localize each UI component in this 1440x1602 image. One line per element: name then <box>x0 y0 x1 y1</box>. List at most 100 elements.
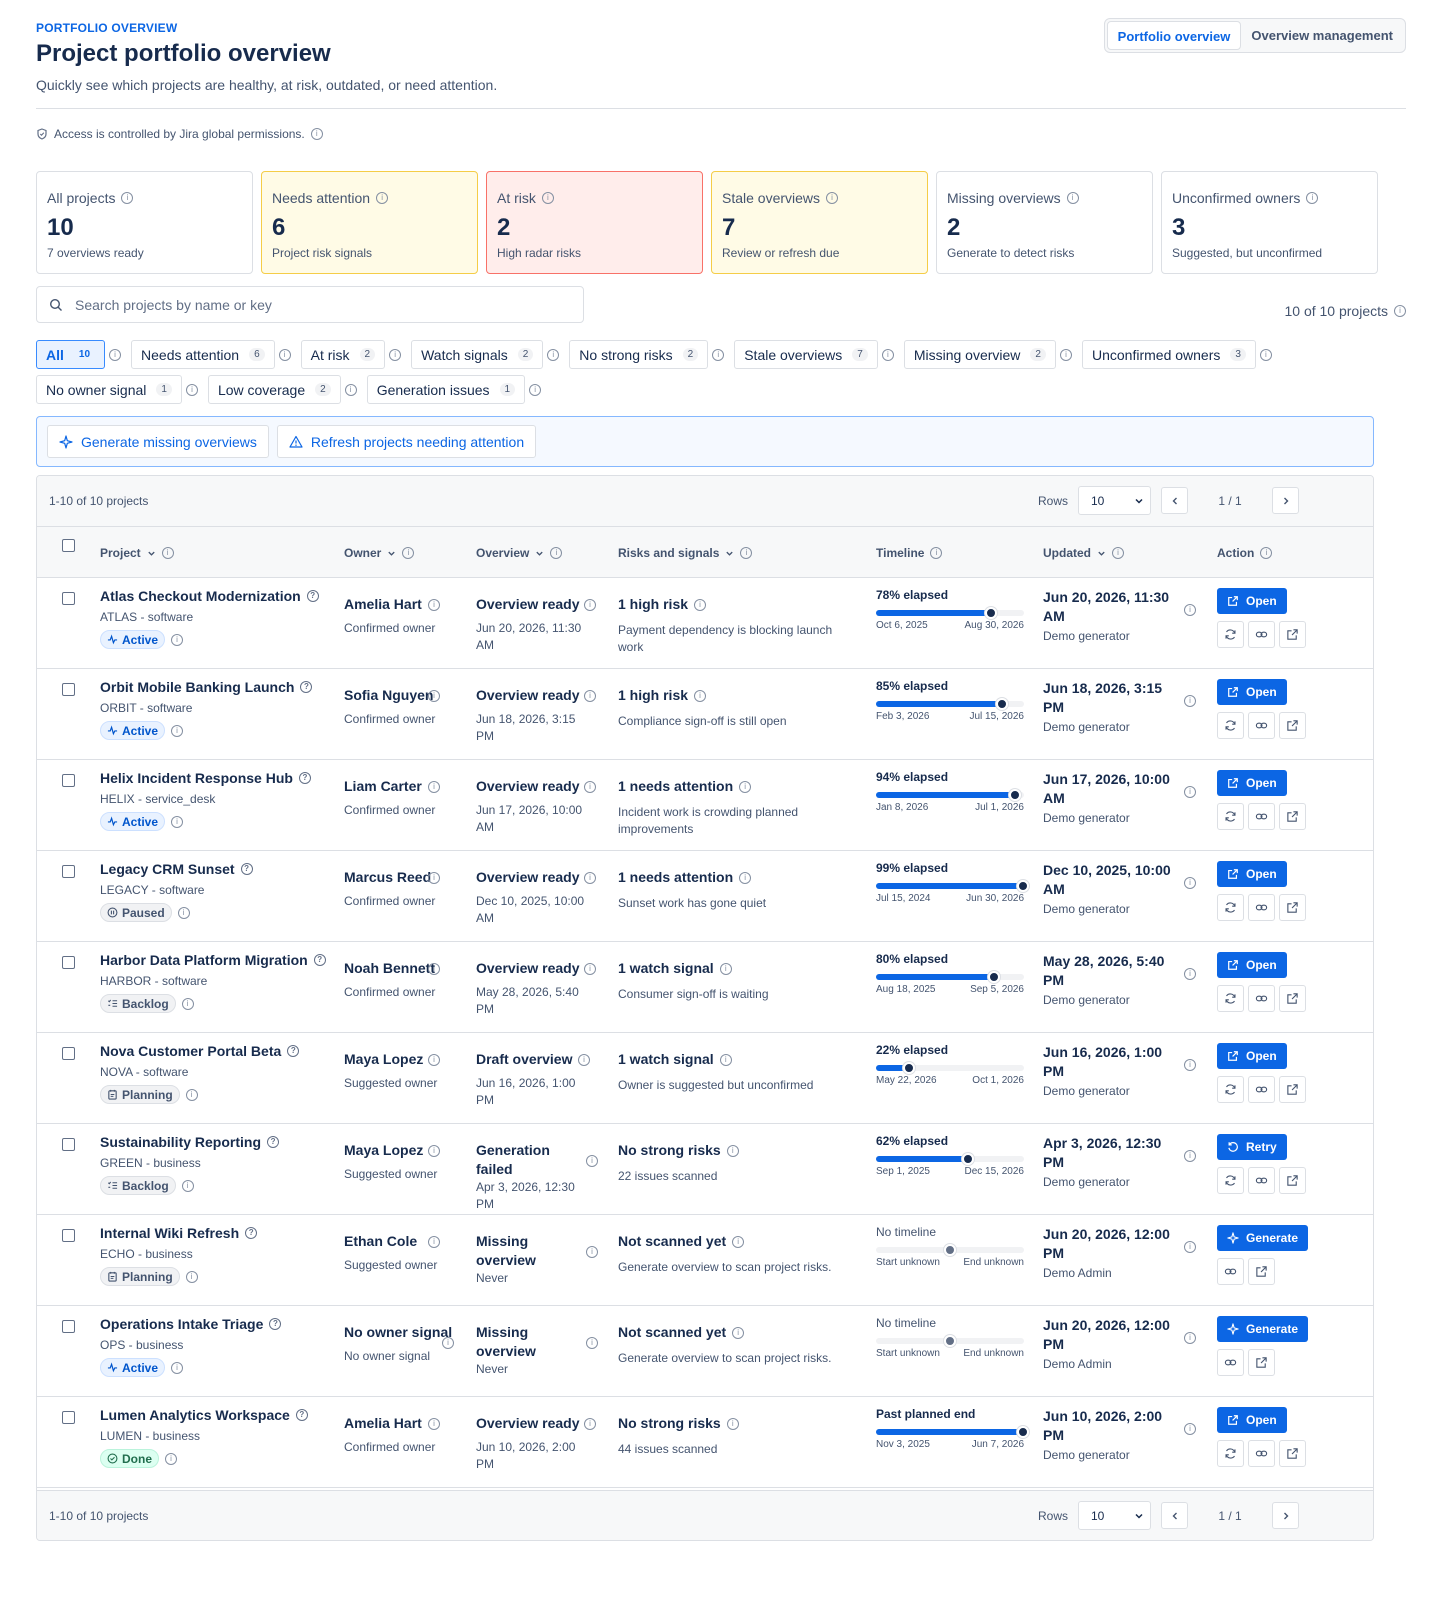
info-icon[interactable]: i <box>529 383 542 396</box>
info-icon[interactable]: i <box>171 633 184 646</box>
info-icon[interactable]: i <box>550 547 563 559</box>
info-icon[interactable]: i <box>428 1145 440 1157</box>
help-icon[interactable]: ? <box>300 681 313 693</box>
help-icon[interactable]: ? <box>269 1318 282 1330</box>
open-button[interactable]: Open <box>1217 1407 1287 1433</box>
copy-link-button[interactable] <box>1248 621 1275 648</box>
row-checkbox[interactable] <box>62 683 75 696</box>
info-icon[interactable]: i <box>428 1418 440 1430</box>
info-icon[interactable]: i <box>726 1417 739 1430</box>
help-icon[interactable]: ? <box>240 863 253 875</box>
info-icon[interactable]: i <box>578 1054 590 1066</box>
info-icon[interactable]: i <box>376 192 389 204</box>
summary-card[interactable]: All projects i 10 7 overviews ready <box>36 171 253 274</box>
row-checkbox[interactable] <box>62 774 75 787</box>
next-page-button[interactable] <box>1272 487 1299 514</box>
info-icon[interactable]: i <box>712 348 725 361</box>
summary-card[interactable]: Unconfirmed owners i 3 Suggested, but unc… <box>1161 171 1378 274</box>
prev-page-button[interactable] <box>1161 1502 1188 1529</box>
info-icon[interactable]: i <box>428 872 440 884</box>
info-icon[interactable]: i <box>719 1053 732 1066</box>
info-icon[interactable]: i <box>171 1361 184 1374</box>
copy-link-button[interactable] <box>1248 1167 1275 1194</box>
tab-overview-management[interactable]: Overview management <box>1241 21 1403 50</box>
info-icon[interactable]: i <box>1184 1332 1196 1344</box>
filter-chip[interactable]: No strong risks 2 <box>569 340 709 369</box>
summary-card[interactable]: Needs attention i 6 Project risk signals <box>261 171 478 274</box>
filter-chip[interactable]: Generation issues 1 <box>366 375 526 404</box>
table-row[interactable]: Legacy CRM Sunset? LEGACY - software Pau… <box>37 851 1373 942</box>
info-icon[interactable]: i <box>185 1270 198 1283</box>
row-checkbox[interactable] <box>62 1229 75 1242</box>
project-name[interactable]: Lumen Analytics Workspace <box>100 1407 290 1423</box>
info-icon[interactable]: i <box>1184 877 1196 889</box>
info-icon[interactable]: i <box>121 192 134 204</box>
copy-link-button[interactable] <box>1248 1076 1275 1103</box>
project-name[interactable]: Atlas Checkout Modernization <box>100 588 301 604</box>
summary-card[interactable]: Stale overviews i 7 Review or refresh due <box>711 171 928 274</box>
info-icon[interactable]: i <box>278 348 291 361</box>
col-project[interactable]: Project i <box>100 546 174 560</box>
project-name[interactable]: Operations Intake Triage <box>100 1316 263 1332</box>
info-icon[interactable]: i <box>584 599 596 611</box>
filter-chip[interactable]: Unconfirmed owners 3 <box>1081 340 1256 369</box>
row-checkbox[interactable] <box>62 1320 75 1333</box>
info-icon[interactable]: i <box>181 1179 194 1192</box>
project-name[interactable]: Orbit Mobile Banking Launch <box>100 679 294 695</box>
rows-select[interactable]: 10 <box>1078 1501 1151 1530</box>
copy-link-button[interactable] <box>1248 985 1275 1012</box>
info-icon[interactable]: i <box>428 599 440 611</box>
filter-chip[interactable]: Low coverage 2 <box>207 375 341 404</box>
info-icon[interactable]: i <box>165 1452 177 1465</box>
info-icon[interactable]: i <box>428 781 440 793</box>
filter-chip[interactable]: Stale overviews 7 <box>734 340 878 369</box>
info-icon[interactable]: i <box>428 690 440 702</box>
copy-link-button[interactable] <box>1248 894 1275 921</box>
project-name[interactable]: Legacy CRM Sunset <box>100 861 235 877</box>
info-icon[interactable]: i <box>694 689 707 702</box>
info-icon[interactable]: i <box>1184 604 1196 616</box>
open-external-button[interactable] <box>1248 1258 1275 1285</box>
refresh-button[interactable] <box>1217 1076 1244 1103</box>
table-row[interactable]: Helix Incident Response Hub? HELIX - ser… <box>37 760 1373 851</box>
info-icon[interactable]: i <box>694 598 707 611</box>
info-icon[interactable]: i <box>171 815 184 828</box>
project-name[interactable]: Internal Wiki Refresh <box>100 1225 239 1241</box>
generate-button[interactable]: Generate <box>1217 1225 1309 1251</box>
info-icon[interactable]: i <box>442 1337 454 1349</box>
col-owner[interactable]: Owner i <box>344 546 415 560</box>
copy-link-button[interactable] <box>1217 1258 1244 1285</box>
info-icon[interactable]: i <box>344 383 357 396</box>
project-name[interactable]: Helix Incident Response Hub <box>100 770 293 786</box>
info-icon[interactable]: i <box>740 547 753 559</box>
open-button[interactable]: Open <box>1217 770 1287 796</box>
copy-link-button[interactable] <box>1248 712 1275 739</box>
info-icon[interactable]: i <box>881 348 894 361</box>
filter-chip[interactable]: At risk 2 <box>300 340 386 369</box>
prev-page-button[interactable] <box>1161 487 1188 514</box>
info-icon[interactable]: i <box>161 547 174 559</box>
info-icon[interactable]: i <box>584 963 596 975</box>
refresh-attention-button[interactable]: Refresh projects needing attention <box>276 425 537 458</box>
info-icon[interactable]: i <box>185 1088 198 1101</box>
refresh-button[interactable] <box>1217 621 1244 648</box>
copy-link-button[interactable] <box>1248 803 1275 830</box>
open-button[interactable]: Open <box>1217 1043 1287 1069</box>
info-icon[interactable]: i <box>1394 305 1406 317</box>
col-overview[interactable]: Overview i <box>476 546 563 560</box>
info-icon[interactable]: i <box>177 906 190 919</box>
open-external-button[interactable] <box>1279 1167 1306 1194</box>
info-icon[interactable]: i <box>428 1054 440 1066</box>
open-external-button[interactable] <box>1248 1349 1275 1376</box>
row-checkbox[interactable] <box>62 1138 75 1151</box>
copy-link-button[interactable] <box>1248 1440 1275 1467</box>
refresh-button[interactable] <box>1217 894 1244 921</box>
generate-missing-button[interactable]: Generate missing overviews <box>47 425 269 458</box>
info-icon[interactable]: i <box>586 1246 598 1258</box>
info-icon[interactable]: i <box>185 383 198 396</box>
info-icon[interactable]: i <box>1059 348 1072 361</box>
help-icon[interactable]: ? <box>245 1227 258 1239</box>
info-icon[interactable]: i <box>1184 1150 1196 1162</box>
summary-card[interactable]: At risk i 2 High radar risks <box>486 171 703 274</box>
info-icon[interactable]: i <box>1260 547 1273 559</box>
